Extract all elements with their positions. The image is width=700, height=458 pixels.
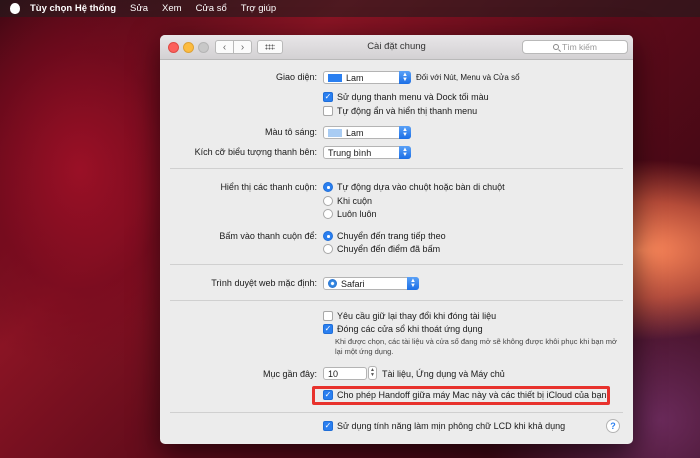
sidebar-icon-size-value: Trung bình bbox=[328, 147, 372, 158]
recent-items-label: Mục gần đây: bbox=[262, 369, 317, 379]
dark-menu-label: Sử dụng thanh menu và Dock tối màu bbox=[337, 92, 489, 102]
close-windows-note: Khi được chọn, các tài liệu và cửa sổ đa… bbox=[335, 337, 617, 356]
separator bbox=[170, 168, 623, 169]
ask-keep-changes-checkbox[interactable] bbox=[323, 311, 333, 321]
highlight-label: Màu tô sáng: bbox=[264, 127, 317, 137]
appearance-note: Đối với Nút, Menu và Cửa sổ bbox=[416, 73, 520, 82]
menu-edit[interactable]: Sửa bbox=[130, 3, 148, 14]
handoff-label: Cho phép Handoff giữa máy Mac này và các… bbox=[337, 390, 607, 400]
title-bar: ‹ › Cài đặt chung Tìm kiếm bbox=[160, 35, 633, 60]
scroll-bars-always-radio[interactable] bbox=[323, 209, 333, 219]
menu-bar: Tùy chọn Hệ thống Sửa Xem Cửa sổ Trợ giú… bbox=[0, 0, 700, 17]
separator bbox=[170, 264, 623, 265]
question-mark-icon: ? bbox=[610, 421, 616, 431]
search-icon bbox=[553, 44, 560, 50]
scroll-click-next-page-radio[interactable] bbox=[323, 231, 333, 241]
popup-arrows-icon: ▲ ▼ bbox=[399, 126, 411, 139]
help-button[interactable]: ? bbox=[606, 419, 620, 433]
separator bbox=[170, 412, 623, 413]
scroll-click-option-next-page[interactable]: Chuyển đến trang tiếp theo bbox=[323, 231, 446, 241]
appearance-swatch bbox=[328, 73, 342, 82]
handoff-option[interactable]: ✓ Cho phép Handoff giữa máy Mac này và c… bbox=[323, 390, 607, 400]
general-preferences-window: ‹ › Cài đặt chung Tìm kiếm Giao diện: La… bbox=[160, 35, 633, 444]
autohide-menu-option[interactable]: Tự động ẩn và hiển thị thanh menu bbox=[323, 106, 477, 116]
scroll-bars-auto-radio[interactable] bbox=[323, 182, 333, 192]
appearance-label: Giao diện: bbox=[275, 72, 317, 82]
scroll-bars-auto-label: Tự động dựa vào chuột hoặc bàn di chuột bbox=[337, 182, 505, 192]
ask-keep-changes-label: Yêu cầu giữ lại thay đổi khi đóng tài li… bbox=[337, 311, 497, 321]
popup-arrows-icon: ▲ ▼ bbox=[399, 146, 411, 159]
scroll-bars-option-always[interactable]: Luôn luôn bbox=[323, 209, 377, 219]
search-field[interactable]: Tìm kiếm bbox=[522, 40, 628, 54]
separator bbox=[170, 300, 623, 301]
sidebar-icon-size-popup[interactable]: Trung bình ▲ ▼ bbox=[323, 146, 411, 159]
close-windows-option[interactable]: ✓ Đóng các cửa sổ khi thoát ứng dụng bbox=[323, 324, 483, 334]
lcd-smoothing-option[interactable]: ✓ Sử dụng tính năng làm mịn phông chữ LC… bbox=[323, 421, 565, 431]
close-windows-checkbox[interactable]: ✓ bbox=[323, 324, 333, 334]
default-browser-value: Safari bbox=[341, 278, 365, 289]
handoff-checkbox[interactable]: ✓ bbox=[323, 390, 333, 400]
search-placeholder: Tìm kiếm bbox=[562, 42, 597, 52]
appearance-popup[interactable]: Lam ▲ ▼ bbox=[323, 71, 411, 84]
ask-keep-changes-option[interactable]: Yêu cầu giữ lại thay đổi khi đóng tài li… bbox=[323, 311, 496, 321]
menu-help[interactable]: Trợ giúp bbox=[241, 3, 276, 14]
recent-items-suffix: Tài liệu, Ứng dụng và Máy chủ bbox=[382, 369, 505, 379]
menu-window[interactable]: Cửa sổ bbox=[196, 3, 227, 14]
default-browser-label: Trình duyệt web mặc định: bbox=[211, 278, 317, 288]
recent-items-stepper[interactable]: ▲ ▼ bbox=[368, 366, 377, 380]
safari-icon bbox=[328, 279, 337, 288]
menu-view[interactable]: Xem bbox=[162, 3, 182, 14]
scroll-bars-option-auto[interactable]: Tự động dựa vào chuột hoặc bàn di chuột bbox=[323, 182, 505, 192]
scroll-click-clicked-spot-label: Chuyển đến điểm đã bấm bbox=[337, 244, 441, 254]
scroll-bars-option-scrolling[interactable]: Khi cuộn bbox=[323, 196, 372, 206]
autohide-menu-checkbox[interactable] bbox=[323, 106, 333, 116]
recent-items-field[interactable]: 10 bbox=[323, 367, 367, 380]
lcd-smoothing-checkbox[interactable]: ✓ bbox=[323, 421, 333, 431]
sidebar-icon-size-label: Kích cỡ biểu tượng thanh bên: bbox=[194, 147, 317, 157]
highlight-value: Lam bbox=[346, 127, 364, 138]
scroll-click-label: Bấm vào thanh cuộn để: bbox=[219, 231, 317, 241]
scroll-click-clicked-spot-radio[interactable] bbox=[323, 244, 333, 254]
highlight-swatch bbox=[328, 128, 342, 137]
scroll-click-option-clicked-spot[interactable]: Chuyển đến điểm đã bấm bbox=[323, 244, 440, 254]
scroll-bars-label: Hiển thị các thanh cuộn: bbox=[220, 182, 317, 192]
lcd-smoothing-label: Sử dụng tính năng làm mịn phông chữ LCD … bbox=[337, 421, 566, 431]
recent-items-value: 10 bbox=[328, 368, 339, 379]
dark-menu-checkbox[interactable]: ✓ bbox=[323, 92, 333, 102]
popup-arrows-icon: ▲ ▼ bbox=[407, 277, 419, 290]
scroll-click-next-page-label: Chuyển đến trang tiếp theo bbox=[337, 231, 446, 241]
menu-app-name[interactable]: Tùy chọn Hệ thống bbox=[30, 3, 116, 14]
scroll-bars-scrolling-label: Khi cuộn bbox=[337, 196, 373, 206]
appearance-value: Lam bbox=[346, 72, 364, 83]
highlight-popup[interactable]: Lam ▲ ▼ bbox=[323, 126, 411, 139]
scroll-bars-scrolling-radio[interactable] bbox=[323, 196, 333, 206]
close-windows-label: Đóng các cửa sổ khi thoát ứng dụng bbox=[337, 324, 483, 334]
default-browser-popup[interactable]: Safari ▲ ▼ bbox=[323, 277, 419, 290]
scroll-bars-always-label: Luôn luôn bbox=[337, 209, 377, 219]
popup-arrows-icon: ▲ ▼ bbox=[399, 71, 411, 84]
stepper-down-icon: ▼ bbox=[370, 372, 375, 378]
apple-icon[interactable] bbox=[10, 3, 20, 14]
autohide-menu-label: Tự động ẩn và hiển thị thanh menu bbox=[337, 106, 478, 116]
dark-menu-option[interactable]: ✓ Sử dụng thanh menu và Dock tối màu bbox=[323, 92, 489, 102]
